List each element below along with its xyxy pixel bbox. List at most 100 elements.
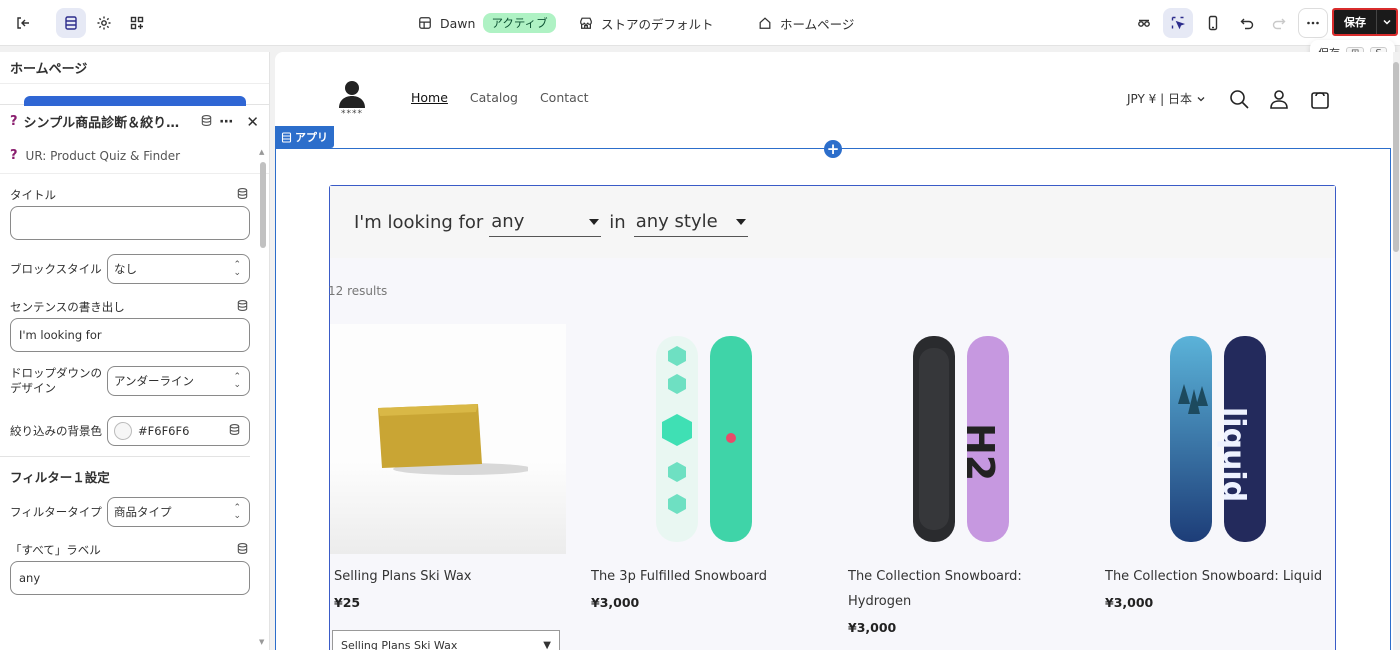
product-title[interactable]: The Collection Snowboard: Hydrogen [844, 564, 1080, 614]
product-title[interactable]: Selling Plans Ski Wax [330, 564, 566, 589]
settings-gear-icon[interactable] [89, 8, 119, 38]
theme-status-badge: アクティブ [483, 13, 556, 33]
preview-scrollbar[interactable] [1393, 52, 1400, 650]
dynamic-source-icon[interactable] [236, 299, 249, 315]
nav-contact[interactable]: Contact [540, 90, 589, 105]
product-image[interactable] [587, 324, 823, 554]
store-header: **** Home Catalog Contact JPY ¥ | 日本 [275, 52, 1393, 148]
product-price: ¥3,000 [1105, 595, 1154, 610]
home-icon [759, 17, 771, 29]
save-button[interactable]: 保存 [1334, 10, 1376, 34]
page-selector[interactable]: ホームページ [758, 0, 854, 46]
store-default-selector[interactable]: ストアのデフォルト [579, 0, 714, 46]
filter1-section-title: フィルター１設定 [10, 469, 110, 485]
app-question-icon: ? [10, 114, 18, 129]
dropdown-design-label: ドロップダウンの デザイン [10, 366, 102, 395]
dynamic-source-icon[interactable] [200, 114, 213, 130]
block-more-icon[interactable]: ⋯ [219, 114, 234, 130]
variant-select[interactable]: Selling Plans Ski Wax ▼ [332, 630, 560, 650]
store-logo[interactable]: **** [335, 80, 369, 120]
product-price: ¥25 [334, 595, 361, 610]
block-header: ? シンプル商品診断＆絞り… ⋯ ✕ [0, 104, 269, 138]
all-label-field-label: 「すべて」ラベル [0, 539, 269, 561]
product-card[interactable]: liquid The Collection Snowboard: Liquid … [1101, 324, 1337, 610]
updown-chevron-icon: ⌃ ⌄ [233, 503, 241, 521]
select-cursor-icon[interactable] [1163, 8, 1193, 38]
block-settings-panel: ホームページ ? シンプル商品診断＆絞り… ⋯ ✕ ? UR: Product … [0, 52, 270, 650]
svg-text:liquid: liquid [1216, 407, 1251, 502]
color-swatch[interactable] [114, 422, 132, 440]
page-label: ホームページ [780, 16, 855, 32]
nav-catalog[interactable]: Catalog [470, 90, 518, 105]
filter-type-row: フィルタータイプ 商品タイプ ⌃ ⌄ [0, 497, 269, 527]
search-icon[interactable] [1228, 88, 1250, 110]
cart-icon[interactable] [1309, 88, 1331, 110]
product-image[interactable]: H2 [844, 324, 1080, 554]
dynamic-source-icon[interactable] [236, 187, 249, 203]
panel-scrollbar[interactable] [260, 162, 266, 248]
block-style-select[interactable]: なし ⌃ ⌄ [107, 254, 250, 284]
dropdown-design-select[interactable]: アンダーライン ⌃ ⌄ [107, 366, 250, 396]
undo-icon[interactable] [1232, 8, 1262, 38]
all-label-input[interactable]: any [10, 561, 250, 595]
main-nav: Home Catalog Contact [411, 90, 589, 105]
nav-home[interactable]: Home [411, 90, 448, 105]
filter1-dropdown[interactable]: any [489, 207, 602, 237]
more-options-icon[interactable] [1298, 8, 1328, 38]
block-name: シンプル商品診断＆絞り… [23, 116, 180, 131]
store-preview: **** Home Catalog Contact JPY ¥ | 日本 アプリ… [275, 52, 1400, 650]
app-logo-icon: ? [10, 148, 18, 163]
dropdown-arrow-icon: ▼ [543, 639, 551, 650]
product-card[interactable]: H2 The Collection Snowboard: Hydrogen ¥3… [844, 324, 1080, 635]
filter-bg-label: 絞り込みの背景色 [10, 423, 102, 438]
dynamic-source-icon[interactable] [228, 423, 241, 439]
store-icon [580, 17, 592, 29]
mobile-preview-icon[interactable] [1198, 8, 1228, 38]
close-icon[interactable]: ✕ [246, 113, 259, 131]
block-style-label: ブロックスタイル [10, 261, 102, 276]
filter2-dropdown[interactable]: any style [633, 207, 748, 237]
redo-icon[interactable] [1264, 8, 1294, 38]
product-image[interactable]: liquid [1101, 324, 1337, 554]
app-section-tag[interactable]: アプリ [275, 126, 334, 148]
section-list-strip [0, 84, 269, 106]
inspector-icon[interactable] [1129, 8, 1159, 38]
title-input[interactable] [10, 206, 250, 240]
product-image[interactable] [330, 324, 566, 554]
theme-name: Dawn [440, 15, 476, 31]
account-icon[interactable] [1268, 88, 1290, 110]
locale-selector[interactable]: JPY ¥ | 日本 [1127, 90, 1206, 107]
updown-chevron-icon: ⌃ ⌄ [233, 372, 241, 390]
sections-icon[interactable] [56, 8, 86, 38]
exit-icon[interactable] [8, 8, 38, 38]
product-title[interactable]: The Collection Snowboard: Liquid [1101, 564, 1337, 589]
save-button-group: 保存 [1332, 8, 1398, 36]
sentence-connector: in [609, 211, 626, 233]
app-name: UR: Product Quiz & Finder [25, 148, 181, 163]
results-count: 12 results [328, 284, 388, 298]
updown-chevron-icon: ⌃ ⌄ [233, 260, 241, 278]
filter-type-label: フィルタータイプ [10, 504, 102, 519]
product-title[interactable]: The 3p Fulfilled Snowboard [587, 564, 823, 589]
apps-grid-icon[interactable] [122, 8, 152, 38]
title-field-label: タイトル [0, 184, 269, 206]
theme-selector[interactable]: Dawn アクティブ [418, 0, 556, 46]
sentence-start: I'm looking for [354, 211, 484, 233]
quiz-sentence: I'm looking for any in any style [330, 186, 1335, 258]
product-price: ¥3,000 [848, 620, 897, 635]
add-section-plus-icon[interactable]: + [824, 140, 842, 158]
sentence-start-input[interactable]: I'm looking for [10, 318, 250, 352]
save-options-chevron-icon[interactable] [1376, 10, 1396, 34]
scroll-down-arrow-icon[interactable]: ▼ [259, 638, 264, 646]
sentence-start-label: センテンスの書き出し [0, 296, 269, 318]
dropdown-design-row: ドロップダウンの デザイン アンダーライン ⌃ ⌄ [0, 366, 269, 396]
app-block-icon [281, 131, 292, 143]
store-default-label: ストアのデフォルト [601, 16, 714, 32]
product-card[interactable]: Selling Plans Ski Wax ¥25 [330, 324, 566, 610]
dynamic-source-icon[interactable] [236, 542, 249, 558]
product-card[interactable]: The 3p Fulfilled Snowboard ¥3,000 [587, 324, 823, 610]
app-source-row: ? UR: Product Quiz & Finder [0, 138, 269, 174]
filter-type-select[interactable]: 商品タイプ ⌃ ⌄ [107, 497, 250, 527]
scroll-up-arrow-icon[interactable]: ▲ [259, 148, 264, 156]
filter-bg-color-picker[interactable]: #F6F6F6 [107, 416, 250, 446]
